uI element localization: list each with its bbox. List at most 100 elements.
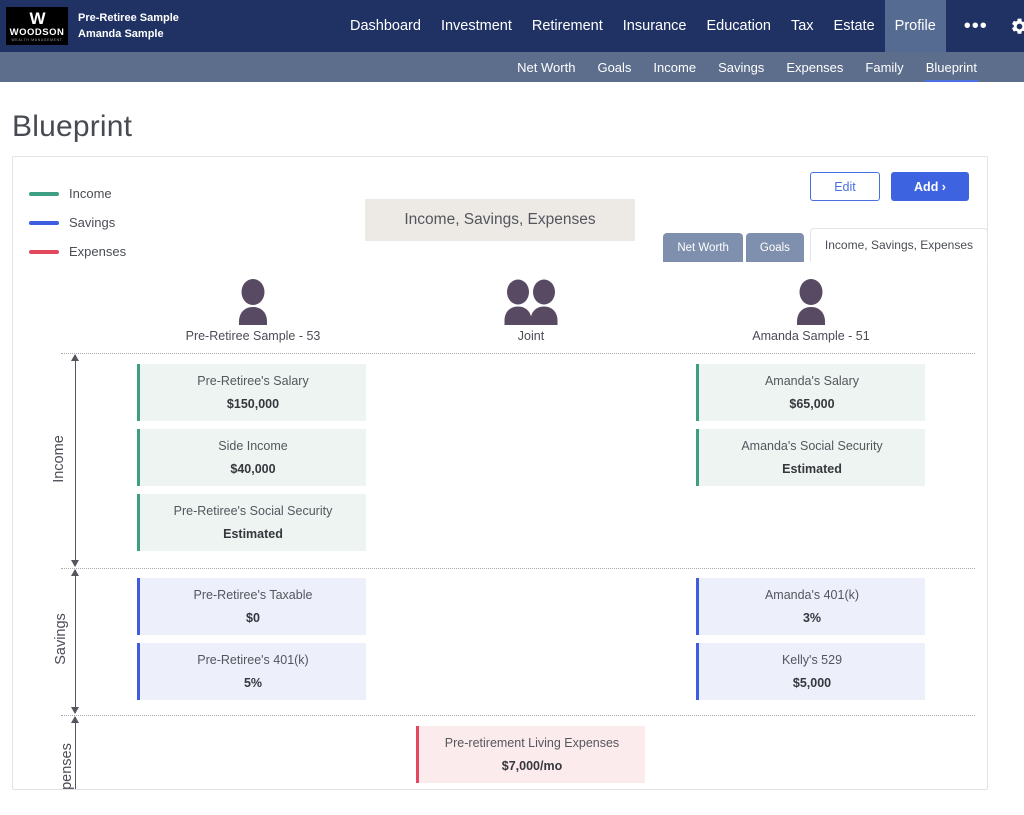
subnav-item-net-worth[interactable]: Net Worth	[506, 52, 586, 82]
item-title: Pre-Retiree's Social Security	[173, 504, 333, 518]
add-button[interactable]: Add ›	[891, 172, 969, 201]
blueprint-item[interactable]: Pre-Retiree's Social Security Estimated	[137, 494, 366, 551]
item-value: 5%	[243, 676, 263, 690]
legend-swatch-income	[29, 191, 59, 196]
nav-item-tax[interactable]: Tax	[781, 0, 824, 52]
nav-item-estate[interactable]: Estate	[824, 0, 885, 52]
blueprint-item[interactable]: Pre-Retiree's Taxable $0	[137, 578, 366, 635]
view-tabs: Net Worth Goals Income, Savings, Expense…	[663, 228, 988, 262]
item-value: $65,000	[789, 397, 835, 411]
blueprint-chart: Income Savings Expenses Pre-Retiree's Sa…	[13, 353, 987, 789]
owner-column-secondary: Amanda Sample - 51	[723, 277, 899, 343]
woodson-logo: W WOODSON WEALTH MANAGEMENT	[6, 7, 68, 45]
nav-icon-group: •••	[946, 0, 1024, 52]
subnav-item-savings[interactable]: Savings	[707, 52, 775, 82]
item-title: Pre-Retiree's Salary	[197, 374, 309, 388]
subnav-item-blueprint[interactable]: Blueprint	[915, 52, 988, 82]
income-arrow-up-icon	[71, 354, 79, 361]
chart-legend: Income Savings Expenses	[29, 179, 126, 266]
item-value: $5,000	[792, 676, 832, 690]
owner-label-secondary: Amanda Sample - 51	[752, 329, 870, 343]
owner-columns: Pre-Retiree Sample - 53 Joint Amanda Sam…	[13, 277, 987, 352]
blueprint-item[interactable]: Amanda's 401(k) 3%	[696, 578, 925, 635]
income-axis-arrow	[71, 354, 79, 567]
subnav-item-expenses[interactable]: Expenses	[775, 52, 854, 82]
item-title: Amanda's Social Security	[741, 439, 883, 453]
nav-item-insurance[interactable]: Insurance	[613, 0, 697, 52]
owner-column-primary: Pre-Retiree Sample - 53	[165, 277, 341, 343]
owner-label-primary: Pre-Retiree Sample - 53	[185, 329, 321, 343]
item-value: $7,000/mo	[501, 759, 563, 773]
more-options-icon[interactable]: •••	[956, 16, 996, 36]
tab-net-worth[interactable]: Net Worth	[663, 233, 743, 262]
client-secondary-name: Amanda Sample	[78, 28, 164, 40]
subnav-item-income[interactable]: Income	[642, 52, 707, 82]
settings-gear-icon[interactable]	[1010, 17, 1024, 36]
item-title: Pre-retirement Living Expenses	[444, 736, 620, 750]
blueprint-item[interactable]: Pre-retirement Living Expenses $7,000/mo	[416, 726, 645, 783]
client-name: Pre-Retiree Sample	[78, 12, 179, 24]
savings-axis-arrow	[71, 569, 79, 714]
item-value: $150,000	[226, 397, 280, 411]
blueprint-item[interactable]: Pre-Retiree's 401(k) 5%	[137, 643, 366, 700]
nav-item-education[interactable]: Education	[696, 0, 781, 52]
blueprint-item[interactable]: Pre-Retiree's Salary $150,000	[137, 364, 366, 421]
nav-item-retirement[interactable]: Retirement	[522, 0, 613, 52]
client-identity: Pre-Retiree Sample Amanda Sample	[78, 10, 179, 42]
avatar-couple-joint	[443, 277, 619, 325]
avatar-single-primary	[165, 277, 341, 325]
panel-actions: Edit Add ›	[810, 172, 969, 201]
avatar-single-secondary	[723, 277, 899, 325]
nav-item-profile[interactable]: Profile	[884, 0, 946, 52]
nav-item-dashboard[interactable]: Dashboard	[340, 0, 431, 52]
page-body: Blueprint Net Worth Goals Income, Saving…	[0, 82, 1024, 790]
owner-label-joint: Joint	[517, 329, 545, 343]
item-value: Estimated	[782, 462, 842, 476]
section-label-expenses: Expenses	[58, 743, 75, 790]
item-value: 3%	[802, 611, 822, 625]
item-value: Estimated	[223, 527, 283, 541]
item-title: Amanda's Salary	[764, 374, 860, 388]
item-title: Amanda's 401(k)	[764, 588, 860, 602]
tab-income-savings-expenses[interactable]: Income, Savings, Expenses	[809, 228, 988, 262]
brand-block[interactable]: W WOODSON WEALTH MANAGEMENT Pre-Retiree …	[0, 0, 179, 52]
section-label-income: Income	[50, 435, 67, 483]
item-title: Kelly's 529	[781, 653, 843, 667]
expenses-arrow-up-icon	[71, 716, 79, 723]
legend-swatch-expenses	[29, 249, 59, 254]
tab-goals[interactable]: Goals	[745, 233, 804, 262]
blueprint-item[interactable]: Amanda's Salary $65,000	[696, 364, 925, 421]
subnav-item-goals[interactable]: Goals	[586, 52, 642, 82]
savings-arrow-up-icon	[71, 569, 79, 576]
blueprint-item[interactable]: Kelly's 529 $5,000	[696, 643, 925, 700]
income-arrow-down-icon	[71, 560, 79, 567]
legend-item-income: Income	[29, 179, 126, 208]
secondary-nav: Net Worth Goals Income Savings Expenses …	[0, 52, 1024, 82]
top-navigation-bar: W WOODSON WEALTH MANAGEMENT Pre-Retiree …	[0, 0, 1024, 52]
blueprint-item[interactable]: Amanda's Social Security Estimated	[696, 429, 925, 486]
nav-item-investment[interactable]: Investment	[431, 0, 522, 52]
legend-item-expenses: Expenses	[29, 237, 126, 266]
subnav-item-family[interactable]: Family	[854, 52, 914, 82]
chart-heading-chip: Income, Savings, Expenses	[365, 199, 635, 241]
page-title: Blueprint	[12, 110, 133, 143]
blueprint-item[interactable]: Side Income $40,000	[137, 429, 366, 486]
logo-tagline: WEALTH MANAGEMENT	[11, 37, 63, 42]
expenses-axis-arrow	[71, 716, 79, 789]
logo-wordmark: WOODSON	[9, 27, 65, 39]
item-value: $40,000	[230, 462, 276, 476]
item-value: $0	[246, 611, 260, 625]
legend-swatch-savings	[29, 220, 59, 225]
divider-income-savings	[61, 568, 975, 569]
logo-w-mark: W	[29, 9, 45, 29]
legend-label-expenses: Expenses	[69, 244, 127, 259]
primary-nav: Dashboard Investment Retirement Insuranc…	[340, 0, 1024, 52]
item-title: Side Income	[218, 439, 288, 453]
savings-arrow-down-icon	[71, 707, 79, 714]
legend-item-savings: Savings	[29, 208, 126, 237]
divider-savings-expenses	[61, 715, 975, 716]
divider-income-top	[61, 353, 975, 354]
owner-column-joint: Joint	[443, 277, 619, 343]
legend-label-savings: Savings	[69, 215, 116, 230]
edit-button[interactable]: Edit	[810, 172, 880, 201]
